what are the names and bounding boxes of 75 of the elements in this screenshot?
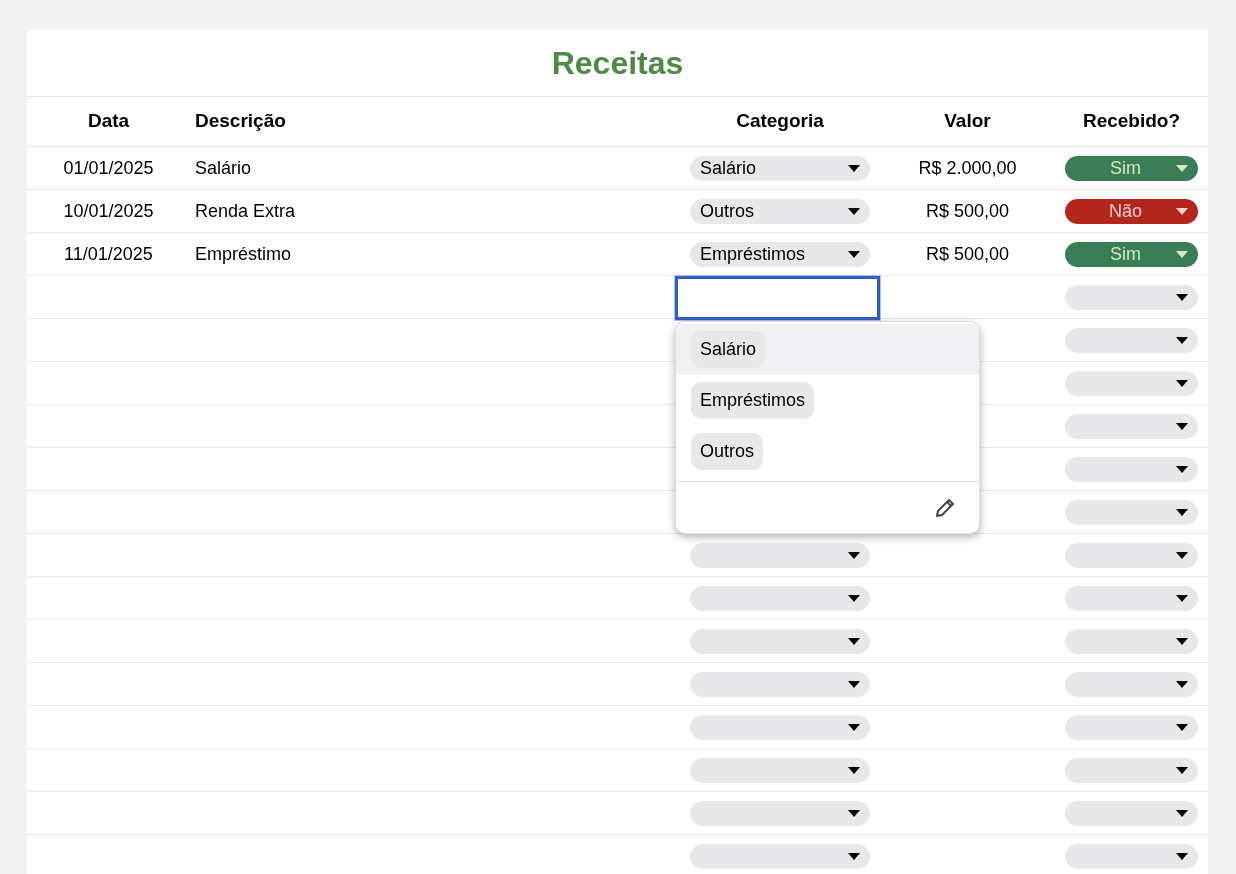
received-dropdown[interactable] (1065, 284, 1198, 310)
caret-icon (1176, 465, 1188, 473)
caret-icon (1176, 723, 1188, 731)
caret-icon (1176, 250, 1188, 258)
date-cell-text: 10/01/2025 (63, 199, 154, 223)
caret-icon (1176, 379, 1188, 387)
caret-icon (1176, 766, 1188, 774)
category-dropdown[interactable] (690, 714, 870, 740)
received-dropdown[interactable] (1065, 370, 1198, 396)
category-dropdown[interactable] (690, 585, 870, 611)
received-dropdown[interactable] (1065, 327, 1198, 353)
received-dropdown[interactable]: Sim (1065, 241, 1198, 267)
caret-icon (848, 594, 860, 602)
caret-icon (1176, 293, 1188, 301)
received-dropdown[interactable] (1065, 456, 1198, 482)
category-dropdown[interactable]: Salário (690, 155, 870, 181)
category-dropdown[interactable] (690, 628, 870, 654)
date-cell-text: 11/01/2025 (64, 242, 153, 266)
received-dropdown[interactable] (1065, 757, 1198, 783)
category-dropdown[interactable] (690, 843, 870, 869)
received-dropdown[interactable] (1065, 628, 1198, 654)
received-dropdown[interactable] (1065, 671, 1198, 697)
value-cell-text: R$ 500,00 (925, 199, 1010, 223)
sheet-title: Receitas (551, 44, 684, 83)
caret-icon (848, 637, 860, 645)
caret-icon (1176, 852, 1188, 860)
received-dropdown[interactable]: Não (1065, 198, 1198, 224)
received-dropdown[interactable] (1065, 800, 1198, 826)
received-dropdown[interactable] (1065, 585, 1198, 611)
caret-icon (1176, 164, 1188, 172)
received-dropdown[interactable]: Sim (1065, 155, 1198, 181)
caret-icon (848, 809, 860, 817)
caret-icon (848, 680, 860, 688)
category-dropdown[interactable]: Outros (690, 198, 870, 224)
caret-icon (848, 723, 860, 731)
dropdown-option[interactable]: Empréstimos (676, 375, 979, 426)
caret-icon (1176, 809, 1188, 817)
column-header: Descrição (195, 109, 286, 134)
caret-icon (1176, 422, 1188, 430)
column-header: Valor (944, 109, 991, 134)
column-header: Data (87, 109, 130, 134)
caret-icon (848, 766, 860, 774)
category-dropdown[interactable] (690, 800, 870, 826)
received-dropdown[interactable] (1065, 542, 1198, 568)
caret-icon (1176, 680, 1188, 688)
dropdown-option[interactable]: Salário (676, 324, 979, 375)
category-dropdown[interactable] (690, 671, 870, 697)
value-cell-text: R$ 500,00 (925, 242, 1010, 266)
received-dropdown[interactable] (1065, 714, 1198, 740)
caret-icon (848, 250, 860, 258)
caret-icon (848, 164, 860, 172)
description-cell-text: Renda Extra (195, 199, 296, 223)
description-cell-text: Empréstimo (195, 242, 292, 266)
caret-icon (848, 852, 860, 860)
value-cell-text: R$ 2.000,00 (918, 156, 1017, 180)
received-dropdown[interactable] (1065, 413, 1198, 439)
category-dropdown[interactable] (690, 542, 870, 568)
description-cell-text: Salário (195, 156, 252, 180)
received-dropdown[interactable] (1065, 499, 1198, 525)
caret-icon (848, 207, 860, 215)
caret-icon (1176, 207, 1188, 215)
caret-icon (1176, 336, 1188, 344)
dropdown-option[interactable]: Outros (676, 426, 979, 477)
caret-icon (1176, 508, 1188, 516)
active-cell-editor[interactable] (675, 275, 880, 320)
received-dropdown[interactable] (1065, 843, 1198, 869)
caret-icon (1176, 551, 1188, 559)
column-header: Categoria (736, 109, 824, 134)
date-cell-text: 01/01/2025 (63, 156, 154, 180)
caret-icon (848, 551, 860, 559)
caret-icon (1176, 637, 1188, 645)
category-dropdown[interactable] (690, 757, 870, 783)
caret-icon (1176, 594, 1188, 602)
category-dropdown[interactable]: Empréstimos (690, 241, 870, 267)
column-header: Recebido? (1082, 109, 1181, 134)
